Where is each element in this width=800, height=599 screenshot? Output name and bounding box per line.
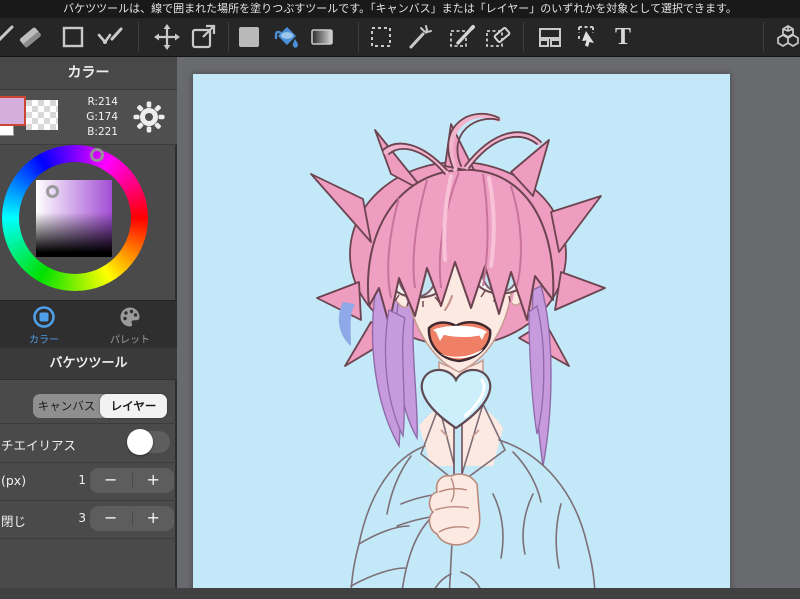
- close-gap-minus-button[interactable]: −: [90, 506, 132, 531]
- close-gap-stepper: − +: [90, 506, 174, 531]
- bottom-bar: [0, 588, 800, 599]
- toolbar-divider: [763, 22, 764, 52]
- left-panel: カラー R:214 G:174 B:221 カラー パレット バケツツール キャ…: [0, 57, 177, 599]
- palette-icon: [120, 307, 140, 327]
- color-tab-icon: [33, 306, 55, 328]
- tab-color-label: カラー: [29, 335, 59, 346]
- panels-layout-icon[interactable]: [536, 23, 564, 51]
- row-divider: [0, 538, 177, 539]
- info-message-bar: バケツツールは、線で囲まれた場所を塗りつぶすツールです。「キャンバス」または「レ…: [0, 0, 800, 18]
- bucket-tool-icon[interactable]: [272, 23, 300, 51]
- bucket-panel-title: バケツツール: [0, 348, 177, 380]
- gradient-tool-icon[interactable]: [308, 23, 336, 51]
- tab-palette-label: パレット: [110, 335, 150, 346]
- rgb-readout: R:214 G:174 B:221: [76, 95, 118, 140]
- expand-value: 1: [78, 473, 86, 487]
- swatch-row: R:214 G:174 B:221: [0, 90, 177, 145]
- row-divider: [0, 423, 177, 424]
- info-message: バケツツールは、線で囲まれた場所を塗りつぶすツールです。「キャンバス」または「レ…: [63, 2, 737, 15]
- materials-cubes-icon[interactable]: [774, 23, 800, 51]
- color-palette-tabbar: カラー パレット: [0, 300, 177, 348]
- gear-icon[interactable]: [132, 100, 166, 134]
- expand-minus-button[interactable]: −: [90, 468, 132, 493]
- artwork-anime-portrait: [193, 74, 730, 599]
- rectangle-tool-icon[interactable]: [59, 23, 87, 51]
- move-tool-icon[interactable]: [153, 23, 181, 51]
- rgb-r: R:214: [87, 96, 118, 108]
- main-toolbar: T: [0, 18, 800, 57]
- fill-solid-icon[interactable]: [235, 23, 263, 51]
- transparent-color-swatch[interactable]: [26, 100, 58, 130]
- polyline-tool-icon[interactable]: [96, 23, 124, 51]
- antialias-label: チエイリアス: [1, 438, 77, 453]
- antialias-toggle-knob[interactable]: [127, 429, 153, 455]
- foreground-color-swatch[interactable]: [0, 96, 26, 126]
- expand-plus-button[interactable]: +: [133, 468, 175, 493]
- rgb-g: G:174: [86, 111, 118, 123]
- rgb-b: B:221: [87, 126, 118, 138]
- magic-wand-icon[interactable]: [406, 23, 434, 51]
- toolbar-divider: [138, 22, 139, 52]
- segment-layer[interactable]: レイヤー: [100, 394, 167, 418]
- segment-canvas[interactable]: キャンバス: [33, 394, 100, 418]
- target-segmented-control: キャンバス レイヤー: [33, 394, 167, 418]
- text-tool-icon[interactable]: T: [609, 23, 637, 51]
- tab-color[interactable]: カラー: [4, 305, 84, 346]
- select-pen-icon[interactable]: [448, 23, 476, 51]
- transform-tool-icon[interactable]: [189, 23, 217, 51]
- color-panel-title: カラー: [0, 57, 177, 90]
- toolbar-divider: [228, 22, 229, 52]
- row-divider: [0, 500, 177, 501]
- row-divider: [0, 462, 177, 463]
- close-gap-plus-button[interactable]: +: [133, 506, 175, 531]
- tab-palette[interactable]: パレット: [90, 305, 170, 346]
- toolbar-divider: [358, 22, 359, 52]
- text-tool-label: T: [614, 24, 631, 50]
- hue-picker-handle[interactable]: [90, 148, 104, 162]
- pen-tool-icon[interactable]: [0, 23, 16, 51]
- marquee-select-icon[interactable]: [367, 23, 395, 51]
- expand-label: (px): [1, 473, 27, 488]
- toolbar-divider: [523, 22, 524, 52]
- eraser-tool-icon[interactable]: [16, 23, 44, 51]
- expand-stepper: − +: [90, 468, 174, 493]
- close-gap-value: 3: [78, 511, 86, 525]
- sv-picker-handle[interactable]: [46, 185, 59, 198]
- drawing-canvas[interactable]: [193, 74, 730, 599]
- select-cursor-icon[interactable]: [573, 23, 601, 51]
- close-gap-label: 閉じ: [1, 514, 27, 529]
- select-eraser-icon[interactable]: [484, 23, 512, 51]
